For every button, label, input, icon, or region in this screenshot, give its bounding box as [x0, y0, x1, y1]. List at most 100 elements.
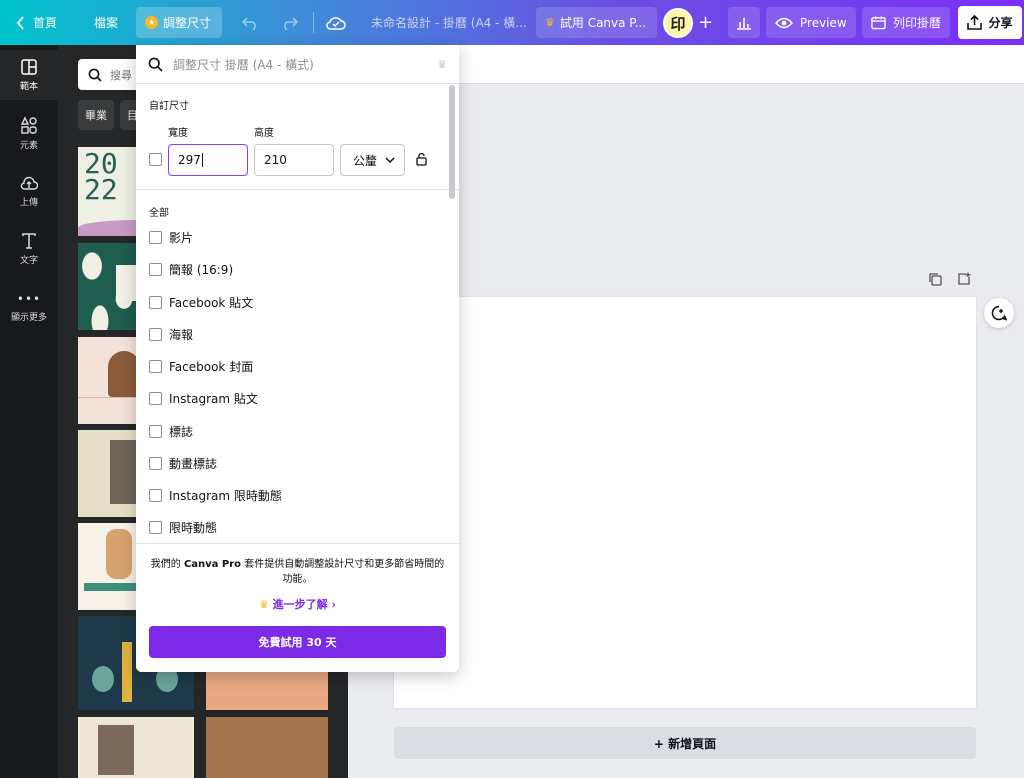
add-page-icon [958, 272, 971, 285]
elements-icon [20, 115, 37, 134]
undo-button[interactable] [242, 0, 260, 45]
size-checkbox[interactable] [149, 359, 162, 373]
search-icon [148, 57, 163, 72]
template-thumbnail[interactable] [206, 672, 328, 710]
size-checkbox[interactable] [149, 295, 162, 309]
unit-select[interactable]: 公釐 [340, 144, 405, 176]
size-checkbox[interactable] [149, 391, 162, 405]
size-option-label: Instagram 貼文 [169, 391, 258, 406]
redo-icon [284, 16, 298, 30]
design-page[interactable] [394, 297, 976, 708]
bar-chart-icon [737, 17, 751, 30]
size-option[interactable]: Instagram 限時動態 [149, 484, 282, 506]
lock-icon [416, 152, 427, 166]
size-checkbox[interactable] [149, 520, 162, 534]
lock-ratio-button[interactable] [416, 152, 427, 169]
chevron-down-icon [385, 157, 395, 163]
add-page-icon-button[interactable] [957, 272, 971, 290]
size-checkbox[interactable] [149, 230, 162, 244]
dropdown-scrollbar[interactable] [449, 85, 455, 199]
size-option-label: 標誌 [169, 424, 194, 439]
top-bar: 首頁 檔案 ★ 調整尺寸 未命名設計 - 掛曆 (A4 - 橫... ♛ 試用 … [0, 0, 1024, 45]
rail-item-templates[interactable]: 範本 [0, 50, 58, 100]
size-option-label: 影片 [169, 230, 194, 245]
document-title[interactable]: 未命名設計 - 掛曆 (A4 - 橫... [371, 0, 527, 45]
cloud-save-button[interactable] [326, 0, 346, 45]
resize-button[interactable]: ★ 調整尺寸 [136, 7, 222, 38]
share-icon [967, 15, 983, 30]
plus-icon: + [698, 12, 714, 33]
rail-item-more[interactable]: ••• 顯示更多 [0, 282, 58, 332]
add-collaborator-button[interactable]: + [698, 0, 713, 45]
share-button[interactable]: 分享 [958, 6, 1022, 39]
rail-label: 元素 [19, 140, 38, 151]
pro-promo-footer: 我們的 Canva Pro 套件提供自動調整設計尺寸和更多節省時間的功能。 ♛ … [136, 543, 459, 672]
learn-more-link[interactable]: ♛ 進一步了解 › [136, 596, 459, 612]
size-option[interactable]: Facebook 封面 [149, 355, 253, 377]
size-option[interactable]: 影片 [149, 226, 193, 248]
eye-icon [775, 17, 793, 28]
preview-button[interactable]: Preview [766, 7, 856, 38]
home-button[interactable]: 首頁 [16, 0, 57, 45]
size-option[interactable]: Instagram 貼文 [149, 387, 258, 409]
resize-dropdown: 調整尺寸 掛曆 (A4 - 橫式) ♛ 自訂尺寸 寬度 高度 297 210 公… [136, 45, 459, 672]
resize-search-input[interactable]: 調整尺寸 掛曆 (A4 - 橫式) ♛ [136, 45, 459, 84]
document-title-text: 未命名設計 - 掛曆 (A4 - 橫... [371, 16, 527, 30]
chevron-right-icon: › [331, 598, 337, 611]
size-checkbox[interactable] [149, 456, 162, 470]
width-label: 寬度 [168, 128, 188, 139]
rail-label: 顯示更多 [10, 312, 47, 323]
width-field[interactable]: 297 [168, 144, 248, 176]
height-field[interactable]: 210 [254, 144, 334, 176]
size-option[interactable]: 限時動態 [149, 516, 217, 538]
duplicate-icon [929, 273, 942, 286]
learn-more-label: 進一步了解 [272, 598, 328, 611]
size-checkbox[interactable] [149, 262, 162, 276]
avatar[interactable]: 印 [663, 8, 693, 38]
rail-label: 範本 [19, 81, 38, 92]
search-icon [88, 68, 102, 82]
rail-item-uploads[interactable]: 上傳 [0, 166, 58, 216]
template-thumbnail[interactable] [206, 717, 328, 778]
size-option[interactable]: 標誌 [149, 420, 193, 442]
custom-size-checkbox[interactable] [149, 153, 162, 166]
size-checkbox[interactable] [149, 488, 162, 502]
comment-button[interactable] [984, 298, 1014, 328]
size-option[interactable]: 海報 [149, 323, 193, 345]
preview-label: Preview [800, 15, 847, 30]
try-pro-button[interactable]: ♛ 試用 Canva P... [536, 7, 657, 38]
thumbnail-graphic [98, 725, 134, 775]
filter-chip[interactable]: 畢業 [78, 100, 114, 130]
resize-search-placeholder: 調整尺寸 掛曆 (A4 - 橫式) [173, 57, 314, 72]
size-option-label: 海報 [169, 327, 194, 342]
template-thumbnail[interactable] [78, 717, 194, 778]
size-option-label: 簡報 (16:9) [169, 262, 234, 277]
duplicate-page-button[interactable] [928, 272, 942, 290]
free-trial-label: 免費試用 30 天 [258, 636, 337, 649]
add-page-button[interactable]: + 新增頁面 [394, 727, 976, 759]
size-checkbox[interactable] [149, 327, 162, 341]
file-menu[interactable]: 檔案 [94, 0, 118, 45]
insights-button[interactable] [728, 7, 760, 38]
rail-item-elements[interactable]: 元素 [0, 108, 58, 158]
rail-item-text[interactable]: 文字 [0, 224, 58, 274]
chip-label: 畢業 [85, 109, 107, 122]
print-calendar-button[interactable]: 列印掛曆 [862, 7, 950, 38]
divider [313, 12, 314, 33]
size-option[interactable]: 簡報 (16:9) [149, 258, 233, 280]
size-option[interactable]: 動畫標誌 [149, 452, 217, 474]
thumbnail-graphic [106, 529, 132, 579]
size-checkbox[interactable] [149, 424, 162, 438]
share-label: 分享 [988, 16, 1013, 30]
size-option[interactable]: Facebook 貼文 [149, 291, 253, 313]
home-label: 首頁 [33, 16, 58, 30]
free-trial-button[interactable]: 免費試用 30 天 [149, 626, 446, 658]
height-label: 高度 [254, 128, 274, 139]
calendar-icon [871, 16, 886, 30]
comment-add-icon [991, 305, 1007, 321]
redo-button[interactable] [280, 0, 298, 45]
size-option-label: Facebook 封面 [169, 359, 254, 374]
more-icon: ••• [16, 291, 42, 306]
promo-brand: Canva Pro [183, 559, 242, 570]
cloud-check-icon [326, 16, 346, 30]
